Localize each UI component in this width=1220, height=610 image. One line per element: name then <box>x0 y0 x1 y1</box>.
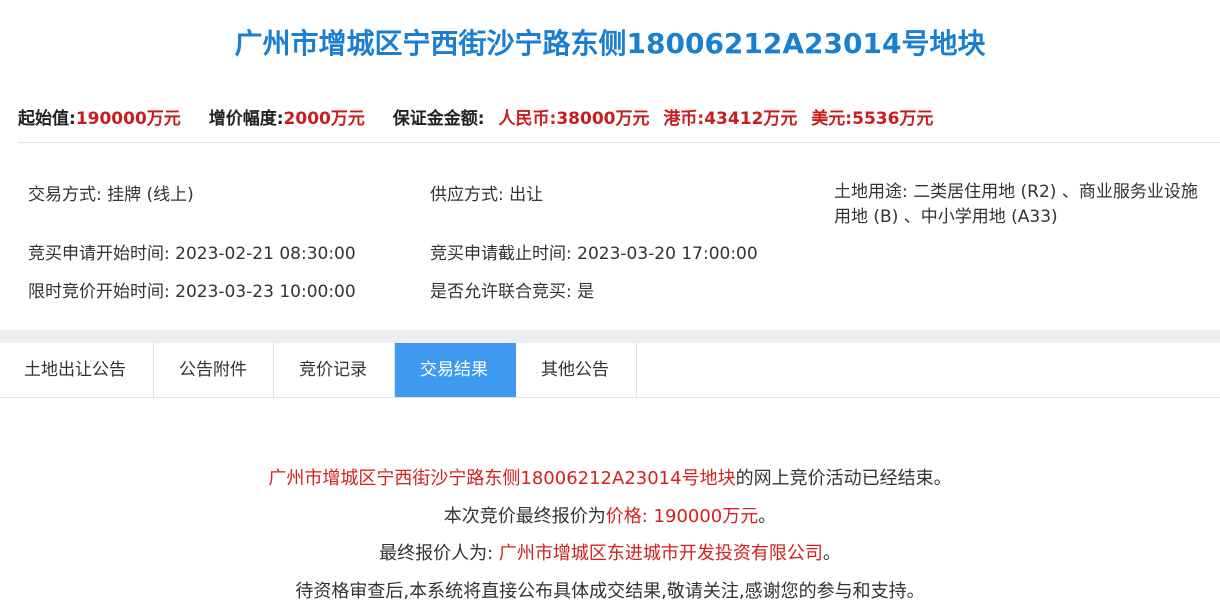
start-price: 起始值:190000万元 <box>18 109 187 129</box>
tab-bid-records[interactable]: 竞价记录 <box>274 343 395 397</box>
result-line-1: 广州市增城区宁西街沙宁路东侧18006212A23014号地块的网上竞价活动已经… <box>0 460 1220 498</box>
start-price-value: 190000万元 <box>75 109 181 129</box>
result-line-3-suffix: 。 <box>822 543 841 564</box>
result-line-4: 待资格审查后,本系统将直接公布具体成交结果,敬请关注,感谢您的参与和支持。 <box>295 580 925 602</box>
bid-start-time: 限时竞价开始时间: 2023-03-23 10:00:00 <box>28 282 356 302</box>
increment-value: 2000万元 <box>283 109 365 129</box>
tab-land-announcement[interactable]: 土地出让公告 <box>0 343 154 397</box>
tab-trade-result[interactable]: 交易结果 <box>395 343 516 397</box>
trade-method: 交易方式: 挂牌 (线上) <box>28 185 194 205</box>
deposit-rmb-value: 38000万元 <box>556 109 650 129</box>
deposit-usd-label: 美元: <box>811 109 853 129</box>
result-line-3-prefix: 最终报价人为: <box>379 543 499 564</box>
result-line-1-suffix: 的网上竞价活动已经结束。 <box>735 468 952 489</box>
increment: 增价幅度:2000万元 <box>209 109 371 129</box>
tab-bar: 土地出让公告 公告附件 竞价记录 交易结果 其他公告 <box>0 343 1220 398</box>
deposit-hkd-label: 港币: <box>663 109 705 129</box>
result-line-3: 最终报价人为: 广州市增城区东进城市开发投资有限公司。 <box>0 535 1220 573</box>
page-title: 广州市增城区宁西街沙宁路东侧18006212A23014号地块 <box>234 27 986 60</box>
result-line-2-suffix: 。 <box>758 505 777 527</box>
result-line-2-prefix: 本次竞价最终报价为 <box>443 505 606 527</box>
deposit-usd-value: 5536万元 <box>852 109 934 129</box>
land-use: 土地用途: 二类居住用地 (R2) 、商业服务业设施用地 (B) 、中小学用地 … <box>834 182 1198 227</box>
deposit-label: 保证金金额: <box>392 109 485 129</box>
price-summary-bar: 起始值:190000万元 增价幅度:2000万元 保证金金额: 人民币:3800… <box>18 104 1208 129</box>
supply-method: 供应方式: 出让 <box>430 185 544 205</box>
deposit-hkd-value: 43412万元 <box>704 109 798 129</box>
section-separator <box>0 330 1220 343</box>
increment-label: 增价幅度: <box>208 109 284 129</box>
apply-start-time: 竞买申请开始时间: 2023-02-21 08:30:00 <box>28 244 356 264</box>
tab-other-announcements[interactable]: 其他公告 <box>516 343 637 397</box>
deposit: 保证金金额: 人民币:38000万元 港币:43412万元 美元:5536万元 <box>393 109 934 129</box>
deposit-rmb-label: 人民币: <box>498 109 557 129</box>
result-parcel-name: 广州市增城区宁西街沙宁路东侧18006212A23014号地块 <box>268 468 736 489</box>
divider <box>18 142 1220 143</box>
trade-result-content: 广州市增城区宁西街沙宁路东侧18006212A23014号地块的网上竞价活动已经… <box>0 460 1220 610</box>
result-line-2: 本次竞价最终报价为价格: 190000万元。 <box>0 498 1220 536</box>
start-price-label: 起始值: <box>18 109 76 129</box>
final-price: 价格: 190000万元 <box>605 505 759 527</box>
joint-bid-allowed: 是否允许联合竞买: 是 <box>430 282 595 302</box>
tab-attachments[interactable]: 公告附件 <box>154 343 274 397</box>
apply-end-time: 竞买申请截止时间: 2023-03-20 17:00:00 <box>430 244 758 264</box>
final-bidder: 广州市增城区东进城市开发投资有限公司 <box>498 543 823 564</box>
